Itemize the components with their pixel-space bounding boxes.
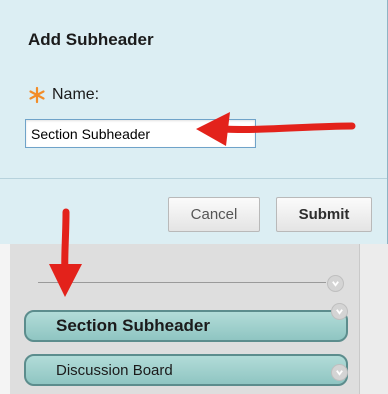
submit-button[interactable]: Submit xyxy=(276,197,372,232)
dialog-title: Add Subheader xyxy=(28,30,154,49)
name-label: Name: xyxy=(52,86,100,103)
menu-item-label: Section Subheader xyxy=(56,316,210,335)
menu-divider xyxy=(38,282,326,283)
menu-side-strip xyxy=(360,244,388,394)
dialog-body: Add Subheader Name: xyxy=(0,0,387,178)
chevron-down-icon[interactable] xyxy=(331,303,348,320)
menu-item-discussion-board[interactable]: Discussion Board xyxy=(24,354,348,386)
cancel-button[interactable]: Cancel xyxy=(168,197,260,232)
chevron-down-icon[interactable] xyxy=(331,364,348,381)
menu-left-edge xyxy=(0,244,10,394)
menu-item-label: Discussion Board xyxy=(56,361,173,379)
asterisk-icon xyxy=(29,86,45,104)
chevron-down-icon[interactable] xyxy=(327,275,344,292)
menu-item-section-subheader[interactable]: Section Subheader xyxy=(24,310,348,342)
name-input[interactable] xyxy=(25,119,256,148)
add-subheader-dialog: Add Subheader Name: Cancel Submit xyxy=(0,0,388,244)
name-field-label-row: Name: xyxy=(28,86,99,104)
